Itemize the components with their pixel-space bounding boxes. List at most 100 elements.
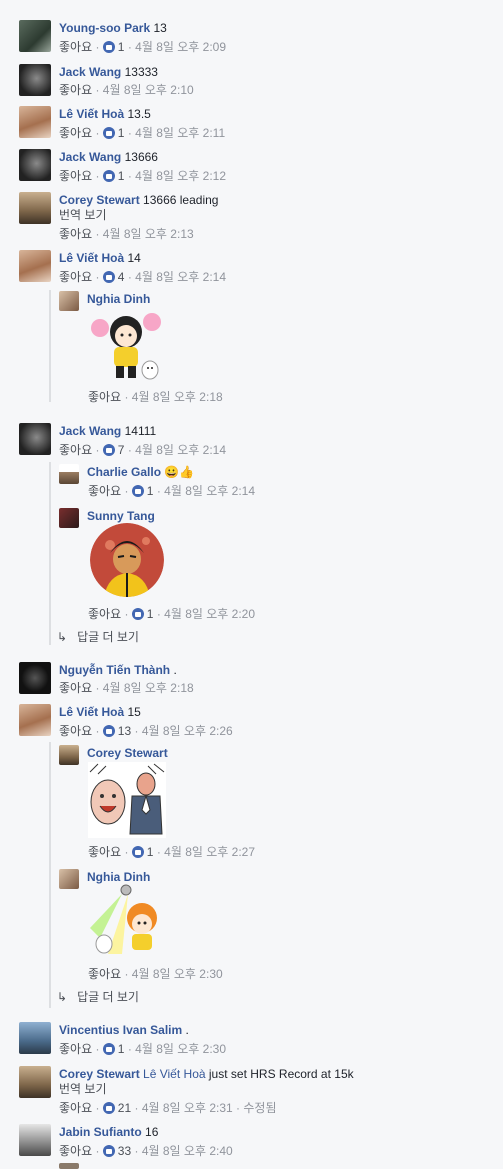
comment-timestamp[interactable]: 4월 8일 오후 2:18	[132, 390, 223, 404]
comment-timestamp[interactable]: 4월 8일 오후 2:30	[132, 967, 223, 981]
avatar[interactable]	[19, 1066, 51, 1098]
commenter-name[interactable]: Jack Wang	[59, 150, 121, 164]
reply-arrow-icon: ↳	[57, 630, 68, 644]
like-button[interactable]: 좋아요	[88, 390, 121, 404]
like-reaction-icon	[102, 444, 115, 456]
comment-text: .	[185, 1023, 189, 1037]
like-reaction-icon	[102, 170, 115, 182]
avatar[interactable]	[19, 704, 51, 736]
like-reaction-icon	[131, 485, 144, 497]
like-button[interactable]: 좋아요	[88, 967, 121, 981]
see-translation-link[interactable]: 번역 보기	[59, 1081, 107, 1097]
commenter-name[interactable]: Corey Stewart	[59, 1067, 140, 1081]
comment-timestamp[interactable]: 4월 8일 오후 2:12	[135, 169, 226, 183]
commenter-name[interactable]: Jabin Sufianto	[59, 1125, 142, 1139]
avatar[interactable]	[59, 508, 79, 528]
avatar[interactable]	[19, 64, 51, 96]
like-button[interactable]: 좋아요	[59, 1144, 92, 1158]
avatar[interactable]	[59, 1163, 79, 1169]
comment-text: 15	[127, 705, 141, 719]
avatar[interactable]	[19, 20, 51, 52]
comment-timestamp[interactable]: 4월 8일 오후 2:40	[142, 1144, 233, 1158]
like-button[interactable]: 좋아요	[59, 227, 92, 241]
like-count[interactable]: 1	[147, 845, 154, 859]
commenter-name[interactable]: Jack Wang	[59, 65, 121, 79]
comment-text: 13666	[124, 150, 158, 164]
comment-timestamp[interactable]: 4월 8일 오후 2:10	[103, 83, 194, 97]
like-count[interactable]: 21	[118, 1101, 131, 1115]
comment-timestamp[interactable]: 4월 8일 오후 2:20	[164, 607, 255, 621]
like-count[interactable]: 1	[118, 40, 125, 54]
commenter-name[interactable]: Jack Wang	[59, 424, 121, 438]
avatar[interactable]	[19, 662, 51, 694]
avatar[interactable]	[19, 1022, 51, 1054]
like-button[interactable]: 좋아요	[59, 270, 92, 284]
like-button[interactable]: 좋아요	[88, 845, 121, 859]
comment-timestamp[interactable]: 4월 8일 오후 2:14	[164, 484, 255, 498]
comment-timestamp[interactable]: 4월 8일 오후 2:09	[135, 40, 226, 54]
tagged-user-link[interactable]: Lê Viết Hoà	[143, 1067, 206, 1081]
like-count[interactable]: 33	[118, 1144, 131, 1158]
avatar[interactable]	[19, 250, 51, 282]
like-count[interactable]: 1	[118, 1042, 125, 1056]
commenter-name[interactable]: Corey Stewart	[59, 193, 140, 207]
avatar[interactable]	[19, 192, 51, 224]
like-button[interactable]: 좋아요	[59, 169, 92, 183]
comment-timestamp[interactable]: 4월 8일 오후 2:14	[135, 270, 226, 284]
commenter-name[interactable]: Lê Viết Hoà	[59, 705, 124, 719]
like-count[interactable]: 7	[118, 443, 125, 457]
like-count[interactable]: 13	[118, 724, 131, 738]
like-reaction-icon	[102, 1043, 115, 1055]
commenter-name[interactable]: Vincentius Ivan Salim	[59, 1023, 182, 1037]
see-translation-link[interactable]: 번역 보기	[59, 207, 107, 223]
commenter-name[interactable]: Nghia Dinh	[87, 292, 150, 306]
avatar[interactable]	[59, 869, 79, 889]
edited-label[interactable]: 수정됨	[243, 1101, 276, 1115]
commenter-name[interactable]: Lê Viết Hoà	[59, 251, 124, 265]
like-button[interactable]: 좋아요	[59, 724, 92, 738]
commenter-name[interactable]: Lê Viết Hoà	[59, 107, 124, 121]
avatar[interactable]	[59, 291, 79, 311]
like-count[interactable]: 1	[118, 126, 125, 140]
commenter-name[interactable]: Nguyễn Tiến Thành	[59, 663, 170, 677]
comment-timestamp[interactable]: 4월 8일 오후 2:13	[103, 227, 194, 241]
like-button[interactable]: 좋아요	[59, 40, 92, 54]
view-more-replies-link[interactable]: ↳ 답글 더 보기	[57, 628, 139, 645]
like-button[interactable]: 좋아요	[59, 443, 92, 457]
commenter-name[interactable]: Charlie Gallo	[87, 465, 161, 479]
comment-timestamp[interactable]: 4월 8일 오후 2:11	[135, 126, 225, 140]
comment-text: 13666 leading	[143, 193, 219, 207]
comment-text: just set HRS Record at 15k	[208, 1067, 354, 1081]
avatar[interactable]	[19, 1124, 51, 1156]
commenter-name[interactable]: Young-soo Park	[59, 21, 150, 35]
avatar[interactable]	[59, 464, 79, 484]
comment-timestamp[interactable]: 4월 8일 오후 2:31	[142, 1101, 233, 1115]
like-button[interactable]: 좋아요	[59, 681, 92, 695]
like-button[interactable]: 좋아요	[59, 83, 92, 97]
like-button[interactable]: 좋아요	[88, 484, 121, 498]
like-count[interactable]: 4	[118, 270, 125, 284]
comment-timestamp[interactable]: 4월 8일 오후 2:30	[135, 1042, 226, 1056]
like-reaction-icon	[102, 127, 115, 139]
comment-timestamp[interactable]: 4월 8일 오후 2:26	[142, 724, 233, 738]
avatar[interactable]	[19, 423, 51, 455]
view-more-replies-link[interactable]: ↳ 답글 더 보기	[57, 988, 139, 1005]
comment-timestamp[interactable]: 4월 8일 오후 2:18	[103, 681, 194, 695]
like-reaction-icon	[102, 1145, 115, 1157]
commenter-name[interactable]: Sunny Tang	[87, 509, 155, 523]
comment-timestamp[interactable]: 4월 8일 오후 2:27	[164, 845, 255, 859]
like-button[interactable]: 좋아요	[59, 126, 92, 140]
commenter-name[interactable]: Corey Stewart	[87, 746, 168, 760]
like-button[interactable]: 좋아요	[88, 607, 121, 621]
commenter-name[interactable]: Nghia Dinh	[87, 870, 150, 884]
avatar[interactable]	[19, 106, 51, 138]
comment-text: 13333	[124, 65, 158, 79]
like-button[interactable]: 좋아요	[59, 1101, 92, 1115]
avatar[interactable]	[59, 745, 79, 765]
avatar[interactable]	[19, 149, 51, 181]
like-count[interactable]: 1	[147, 484, 154, 498]
like-count[interactable]: 1	[147, 607, 154, 621]
like-button[interactable]: 좋아요	[59, 1042, 92, 1056]
comment-timestamp[interactable]: 4월 8일 오후 2:14	[135, 443, 226, 457]
like-count[interactable]: 1	[118, 169, 125, 183]
